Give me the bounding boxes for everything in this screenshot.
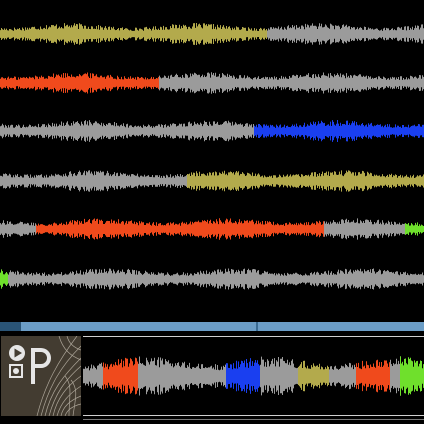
app-logo-graphic — [9, 336, 81, 416]
waveform-segment — [267, 23, 424, 45]
waveform-track-list[interactable] — [0, 0, 424, 300]
waveform-segment — [36, 218, 324, 240]
scrollbar-thumb[interactable] — [21, 322, 424, 331]
waveform-segment — [138, 356, 226, 396]
waveform-track-3[interactable] — [0, 117, 424, 145]
waveform-segment — [405, 222, 424, 236]
song-overview[interactable] — [83, 336, 424, 416]
waveform-segment — [83, 362, 103, 390]
scrollbar-divider — [256, 322, 258, 331]
waveform-segment — [0, 220, 36, 238]
waveform-segment — [187, 170, 424, 192]
overview-baseline — [83, 419, 424, 420]
waveform-segment — [159, 72, 424, 94]
waveform-segment — [226, 358, 260, 394]
waveform-track-6[interactable] — [0, 265, 424, 293]
waveform-segment — [0, 170, 187, 192]
waveform-segment — [0, 120, 254, 142]
waveform-segment — [0, 72, 159, 94]
waveform-track-4[interactable] — [0, 167, 424, 195]
waveform-segment — [0, 269, 8, 289]
app-logo-icon[interactable] — [1, 336, 81, 416]
waveform-track-1[interactable] — [0, 20, 424, 48]
waveform-segment — [8, 268, 424, 290]
waveform-segment — [260, 356, 298, 396]
waveform-track-2[interactable] — [0, 69, 424, 97]
waveform-segment — [390, 358, 400, 394]
waveform-segment — [400, 356, 424, 396]
horizontal-scrollbar[interactable] — [0, 322, 424, 331]
waveform-segment — [329, 362, 356, 390]
waveform-segment — [324, 218, 405, 240]
waveform-segment — [254, 120, 424, 142]
waveform-segment — [356, 359, 390, 393]
waveform-segment — [103, 357, 138, 395]
waveform-segment — [0, 23, 267, 45]
waveform-segment — [298, 360, 329, 392]
overview-panel — [0, 335, 424, 424]
waveform-track-5[interactable] — [0, 215, 424, 243]
